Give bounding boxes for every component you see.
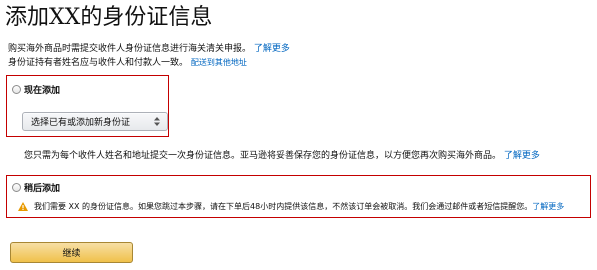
learn-more-link-intro[interactable]: 了解更多 bbox=[254, 44, 290, 54]
intro-text: 购买海外商品时需提交收件人身份证信息进行海关清关申报。 了解更多 身份证持有者姓… bbox=[8, 42, 290, 70]
name-match-text: 身份证持有者姓名应与收件人和付款人一致。 bbox=[8, 58, 189, 68]
intro-line-1: 购买海外商品时需提交收件人身份证信息进行海关清关申报。 了解更多 bbox=[8, 42, 290, 56]
continue-button[interactable]: 继续 bbox=[10, 242, 133, 263]
id-submit-note: 您只需为每个收件人姓名和地址提交一次身份证信息。亚马逊将妥善保存您的身份证信息，… bbox=[24, 150, 540, 162]
id-card-select[interactable]: 选择已有或添加新身份证 bbox=[22, 112, 168, 131]
add-now-option-box: 现在添加 选择已有或添加新身份证 bbox=[6, 75, 169, 137]
add-later-label: 稍后添加 bbox=[24, 184, 61, 194]
select-arrows-icon bbox=[154, 117, 160, 126]
add-later-warning-text: 我们需要 XX 的身份证信息。如果您跳过本步骤，请在下单后48小时内提供该信息，… bbox=[34, 202, 533, 211]
id-card-select-value: 选择已有或添加新身份证 bbox=[31, 118, 131, 128]
add-later-warning: 我们需要 XX 的身份证信息。如果您跳过本步骤，请在下单后48小时内提供该信息，… bbox=[18, 201, 564, 212]
add-later-option-box: 稍后添加 我们需要 XX 的身份证信息。如果您跳过本步骤，请在下单后48小时内提… bbox=[6, 175, 591, 218]
add-later-radio[interactable] bbox=[12, 183, 21, 192]
learn-more-link-warning[interactable]: 了解更多 bbox=[532, 201, 564, 212]
add-later-radio-row[interactable]: 稍后添加 bbox=[12, 181, 60, 194]
customs-notice-text: 购买海外商品时需提交收件人身份证信息进行海关清关申报。 bbox=[8, 44, 252, 54]
page-title: 添加XX的身份证信息 bbox=[5, 5, 213, 30]
intro-line-2: 身份证持有者姓名应与收件人和付款人一致。 配送到其他地址 bbox=[8, 56, 290, 70]
learn-more-link-note[interactable]: 了解更多 bbox=[504, 151, 540, 161]
add-now-radio-row[interactable]: 现在添加 bbox=[12, 83, 60, 96]
add-now-label: 现在添加 bbox=[24, 86, 61, 96]
ship-to-other-address-link[interactable]: 配送到其他地址 bbox=[191, 58, 247, 67]
warning-icon bbox=[18, 202, 28, 211]
id-submit-note-text: 您只需为每个收件人姓名和地址提交一次身份证信息。亚马逊将妥善保存您的身份证信息，… bbox=[24, 151, 502, 161]
add-now-radio[interactable] bbox=[12, 85, 21, 94]
